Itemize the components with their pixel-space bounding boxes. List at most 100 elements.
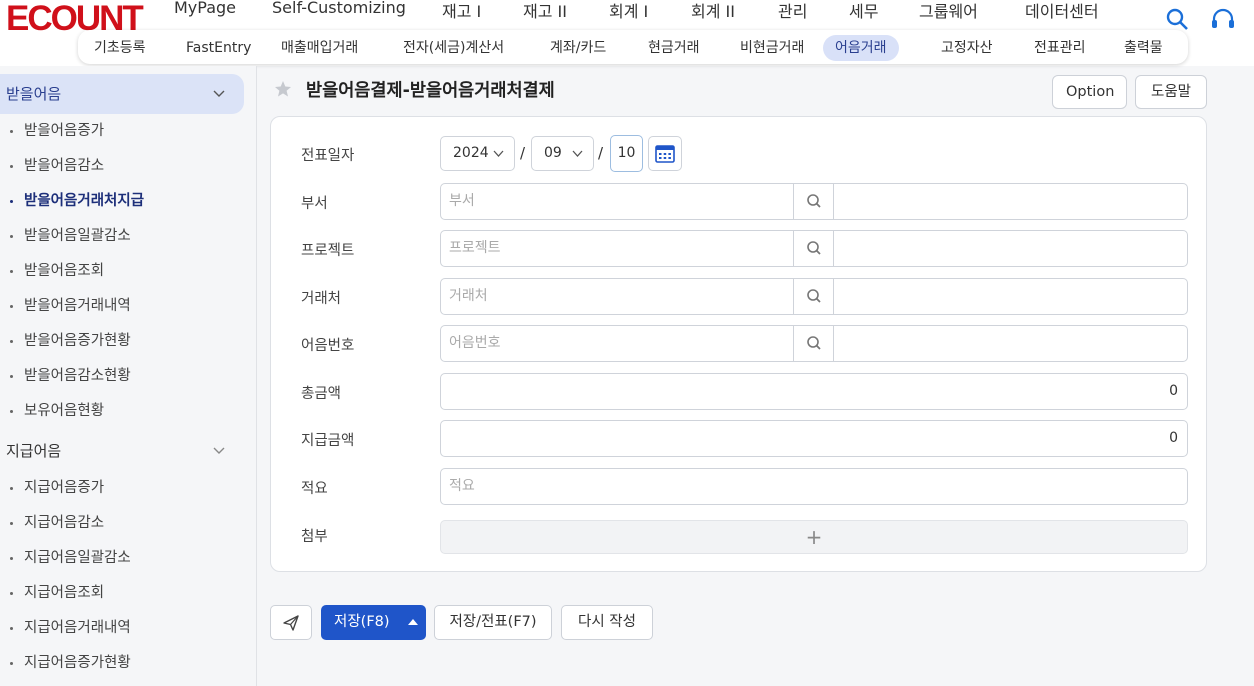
sub-menu-item[interactable]: 계좌/카드 — [538, 35, 618, 61]
sidebar-item[interactable]: 지급어음일괄감소 — [10, 546, 131, 570]
help-button[interactable]: 도움말 — [1135, 75, 1207, 109]
date-label: 전표일자 — [301, 148, 355, 164]
project-search-button[interactable] — [794, 230, 834, 267]
sidebar: 받을어음 받을어음증가받을어음감소받을어음거래처지급받을어음일괄감소받을어음조회… — [0, 66, 257, 686]
search-icon — [807, 194, 821, 208]
vendor-search-button[interactable] — [794, 278, 834, 315]
entry-form: 전표일자 2024 / 09 / 10 부서 부서 프로젝트 프로젝트 거래처 … — [270, 116, 1207, 572]
caret-up-icon — [408, 619, 418, 625]
dept-input[interactable]: 부서 — [440, 183, 794, 220]
top-menu-item[interactable]: Self-Customizing — [272, 0, 406, 17]
top-menu-item[interactable]: 관리 — [778, 0, 807, 22]
save-and-slip-button[interactable]: 저장/전표(F7) — [434, 605, 552, 640]
sub-menu-item[interactable]: 기초등록 — [82, 35, 158, 61]
sidebar-item[interactable]: 받을어음감소현황 — [10, 364, 131, 388]
dept-search-button[interactable] — [794, 183, 834, 220]
sidebar-item[interactable]: 보유어음현황 — [10, 399, 104, 423]
top-menu-item[interactable]: 세무 — [849, 0, 878, 22]
top-menu-item[interactable]: MyPage — [174, 0, 236, 17]
top-menu-item[interactable]: 그룹웨어 — [919, 0, 978, 22]
sidebar-item-label: 받을어음증가현황 — [24, 333, 131, 349]
search-icon — [807, 289, 821, 303]
send-button[interactable] — [270, 605, 312, 640]
vendor-placeholder: 거래처 — [449, 288, 488, 304]
top-menu-item[interactable]: 재고 II — [523, 0, 567, 22]
sidebar-item[interactable]: 지급어음감소 — [10, 511, 104, 535]
sidebar-item[interactable]: 받을어음감소 — [10, 154, 104, 178]
rewrite-button[interactable]: 다시 작성 — [561, 605, 653, 640]
sidebar-item[interactable]: 지급어음거래내역 — [10, 616, 131, 640]
bullet-icon — [10, 164, 13, 168]
favorite-star-icon[interactable] — [274, 80, 292, 98]
month-select[interactable]: 09 — [531, 136, 594, 171]
bill-number-input[interactable]: 어음번호 — [440, 325, 794, 362]
bill-number-placeholder: 어음번호 — [449, 335, 501, 351]
sidebar-item-label: 지급어음조회 — [24, 585, 105, 601]
sub-menu-item[interactable]: 전표관리 — [1022, 35, 1098, 61]
sidebar-item[interactable]: 받을어음증가현황 — [10, 329, 131, 353]
bullet-icon — [10, 269, 13, 273]
payment-amount-label: 지급금액 — [301, 433, 355, 449]
save-options-dropdown[interactable] — [400, 605, 426, 640]
project-name-field[interactable] — [833, 230, 1188, 267]
add-attachment-button[interactable]: + — [440, 520, 1188, 554]
option-button[interactable]: Option — [1052, 75, 1127, 109]
save-button[interactable]: 저장(F8) — [334, 605, 390, 640]
sidebar-item[interactable]: 지급어음증가현황 — [10, 651, 131, 675]
year-select[interactable]: 2024 — [440, 136, 515, 171]
bullet-icon — [10, 486, 13, 490]
sidebar-item[interactable]: 지급어음조회 — [10, 581, 104, 605]
sub-menu-item[interactable]: 비현금거래 — [728, 35, 816, 61]
sidebar-item-label: 받을어음거래내역 — [24, 298, 131, 314]
sidebar-item[interactable]: 받을어음거래처지급 — [10, 189, 144, 213]
project-placeholder: 프로젝트 — [449, 240, 501, 256]
chevron-down-icon — [572, 150, 583, 157]
headset-icon[interactable] — [1210, 8, 1236, 36]
top-navigation: ECOUNT MyPage Self-Customizing 재고 I 재고 II 회계… — [0, 0, 1254, 66]
bill-number-label: 어음번호 — [301, 338, 355, 354]
sidebar-group-receivable-bills[interactable]: 받을어음 — [0, 74, 244, 114]
bill-number-search-button[interactable] — [794, 325, 834, 362]
payment-amount-input[interactable]: 0 — [440, 420, 1188, 457]
bullet-icon — [10, 199, 13, 203]
sidebar-item[interactable]: 받을어음거래내역 — [10, 294, 131, 318]
sidebar-item-label: 받을어음일괄감소 — [24, 228, 131, 244]
sub-menu-item[interactable]: 현금거래 — [636, 35, 712, 61]
sub-menu-item[interactable]: 매출매입거래 — [269, 35, 370, 61]
top-menu-item[interactable]: 회계 I — [609, 0, 648, 22]
sub-menu-item[interactable]: 고정자산 — [929, 35, 1005, 61]
sub-menu-item[interactable]: FastEntry — [174, 35, 263, 61]
plus-icon: + — [805, 525, 823, 549]
sub-menu-item[interactable]: 어음거래 — [823, 35, 899, 61]
vendor-name-field[interactable] — [833, 278, 1188, 315]
day-input[interactable]: 10 — [610, 135, 643, 172]
sidebar-item[interactable]: 받을어음증가 — [10, 119, 104, 143]
sidebar-item-label: 받을어음증가 — [24, 123, 105, 139]
project-input[interactable]: 프로젝트 — [440, 230, 794, 267]
memo-label: 적요 — [301, 481, 328, 497]
calendar-icon — [655, 145, 675, 163]
sub-menu-item[interactable]: 전자(세금)계산서 — [391, 35, 516, 61]
vendor-label: 거래처 — [301, 291, 342, 307]
calendar-button[interactable] — [648, 136, 682, 171]
sidebar-item-label: 지급어음증가현황 — [24, 655, 131, 671]
top-menu-item[interactable]: 재고 I — [442, 0, 481, 22]
sidebar-item-label: 받을어음감소현황 — [24, 368, 131, 384]
bill-number-detail-field[interactable] — [833, 325, 1188, 362]
sidebar-item[interactable]: 받을어음조회 — [10, 259, 104, 283]
vendor-input[interactable]: 거래처 — [440, 278, 794, 315]
sub-menu-item[interactable]: 출력물 — [1112, 35, 1175, 61]
top-menu-item[interactable]: 회계 II — [691, 0, 735, 22]
chevron-down-icon — [213, 447, 225, 454]
memo-input[interactable]: 적요 — [440, 468, 1188, 505]
sidebar-group-payable-bills[interactable]: 지급어음 — [0, 431, 244, 471]
sidebar-group-label: 받을어음 — [6, 85, 62, 103]
top-menu-item[interactable]: 데이터센터 — [1025, 0, 1099, 22]
total-amount-label: 총금액 — [301, 386, 342, 402]
attachment-label: 첨부 — [301, 529, 328, 545]
sidebar-item[interactable]: 지급어음증가 — [10, 476, 104, 500]
total-amount-input[interactable]: 0 — [440, 373, 1188, 410]
sidebar-item[interactable]: 받을어음일괄감소 — [10, 224, 131, 248]
dept-name-field[interactable] — [833, 183, 1188, 220]
save-button-group: 저장(F8) — [321, 605, 426, 640]
